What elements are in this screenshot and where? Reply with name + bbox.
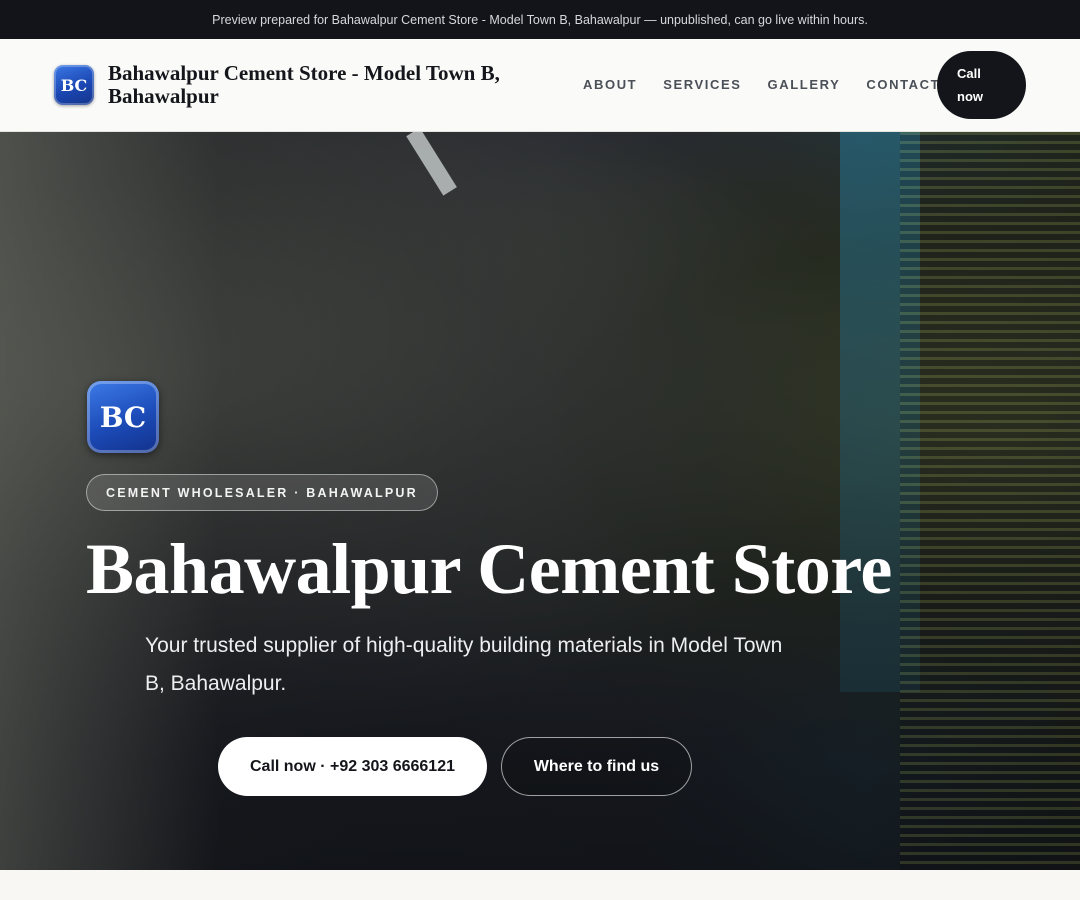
nav-about[interactable]: ABOUT: [583, 77, 637, 92]
hero-subtitle: Your trusted supplier of high-quality bu…: [145, 634, 783, 695]
header-call-button[interactable]: Call now: [937, 51, 1026, 119]
hero-title: Bahawalpur Cement Store: [86, 529, 892, 609]
hero-logo-initials: BC: [99, 400, 147, 434]
header-logo[interactable]: BC: [54, 65, 94, 105]
header-logo-initials: BC: [60, 75, 88, 95]
hero-section: BC CEMENT WHOLESALER · BAHAWALPUR Bahawa…: [0, 132, 1080, 870]
preview-banner: Preview prepared for Bahawalpur Cement S…: [0, 0, 1080, 39]
main-nav: ABOUT SERVICES GALLERY CONTACT: [583, 77, 966, 92]
category-badge-text: CEMENT WHOLESALER · BAHAWALPUR: [106, 485, 418, 500]
next-section-edge: [0, 870, 1080, 900]
nav-contact[interactable]: CONTACT: [866, 77, 940, 92]
hero-photo-light: [406, 132, 457, 196]
nav-services[interactable]: SERVICES: [663, 77, 741, 92]
brand-name[interactable]: Bahawalpur Cement Store - Model Town B, …: [108, 62, 548, 108]
hero-logo: BC: [87, 381, 159, 453]
find-us-button[interactable]: Where to find us: [501, 737, 692, 796]
category-badge: CEMENT WHOLESALER · BAHAWALPUR: [86, 474, 438, 511]
nav-gallery[interactable]: GALLERY: [768, 77, 841, 92]
hero-photo-shutter: [900, 132, 1080, 870]
call-now-button[interactable]: Call now · +92 303 6666121: [218, 737, 487, 796]
site-header: BC Bahawalpur Cement Store - Model Town …: [0, 39, 1080, 132]
preview-banner-text: Preview prepared for Bahawalpur Cement S…: [212, 12, 868, 27]
